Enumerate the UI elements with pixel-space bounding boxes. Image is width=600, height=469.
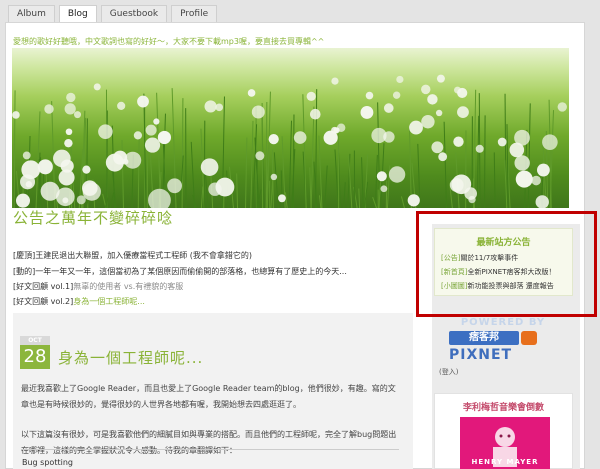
concert-poster-image[interactable]: HENRY MAYER <box>460 417 550 469</box>
blog-post: OCT 28 身為一個工程師呢... 最近我喜歡上了Google Reader，… <box>13 313 413 469</box>
nav-tabs: Album Blog Guestbook Profile <box>8 5 218 22</box>
post-title[interactable]: 身為一個工程師呢... <box>58 347 203 368</box>
highlight-annotation-box <box>416 211 597 317</box>
powered-by-text: POWERED BY <box>460 317 546 328</box>
post-section-heading: Bug spotting <box>22 458 73 467</box>
tab-guestbook[interactable]: Guestbook <box>100 5 168 22</box>
announcement-line: [動的]一年一年又一年，這個當初為了某個原因而偷偷開的部落格，也總算有了歷史上的… <box>13 267 347 276</box>
concert-poster-name: HENRY MAYER <box>471 458 539 466</box>
tab-profile[interactable]: Profile <box>171 5 218 22</box>
post-paragraph: 以下這篇沒有很妙，可是我喜歡他們的細膩目如與專業的搭配。而且他們的工程師呢，完全… <box>21 430 397 455</box>
dandelion-field-image <box>12 74 567 208</box>
post-date-badge: OCT 28 <box>20 336 50 369</box>
post-divider <box>21 449 399 450</box>
pixnet-wordmark: PIXNET <box>449 347 513 363</box>
header-banner-image <box>12 48 569 208</box>
post-body: 最近我喜歡上了Google Reader，而且也愛上了Google Reader… <box>21 381 401 469</box>
login-link[interactable]: (登入) <box>439 367 458 377</box>
post-date-day: 28 <box>20 345 50 369</box>
pixnet-logo: 痞客邦 <box>449 331 519 345</box>
blog-tagline: 愛想的歌好好聽哦，中文歌詞也寫的好好～，大家不要下載mp3喔，要直接去買專輯^^ <box>13 37 325 46</box>
announcement-line: [好文回顧 vol.1]無辜的使用者 vs.有禮貌的客服 <box>13 282 184 291</box>
announcement-line: [慶頂]王建民退出大聯盟，加入優療當程式工程師 (我不會拿錯它的) <box>13 251 253 260</box>
tab-blog[interactable]: Blog <box>58 5 97 22</box>
pixnet-mark-icon <box>521 331 537 345</box>
pixnet-badge[interactable]: POWERED BY 痞客邦 PIXNET <box>439 317 567 365</box>
concert-countdown-widget: 李利梅哲音樂會倒數 HENRY MAYER <box>434 393 573 469</box>
announcement-link[interactable]: 無辜的使用者 vs.有禮貌的客服 <box>73 282 183 291</box>
concert-title: 李利梅哲音樂會倒數 <box>462 403 544 413</box>
announcement-title: 公告之萬年不變碎碎唸 <box>13 209 174 227</box>
announcement-link[interactable]: 身為一個工程師呢... <box>73 297 145 306</box>
tab-album[interactable]: Album <box>8 5 55 22</box>
post-date-month: OCT <box>20 336 50 345</box>
announcement-line: [好文回顧 vol.2]身為一個工程師呢... <box>13 297 145 306</box>
post-paragraph: 最近我喜歡上了Google Reader，而且也愛上了Google Reader… <box>21 384 396 409</box>
